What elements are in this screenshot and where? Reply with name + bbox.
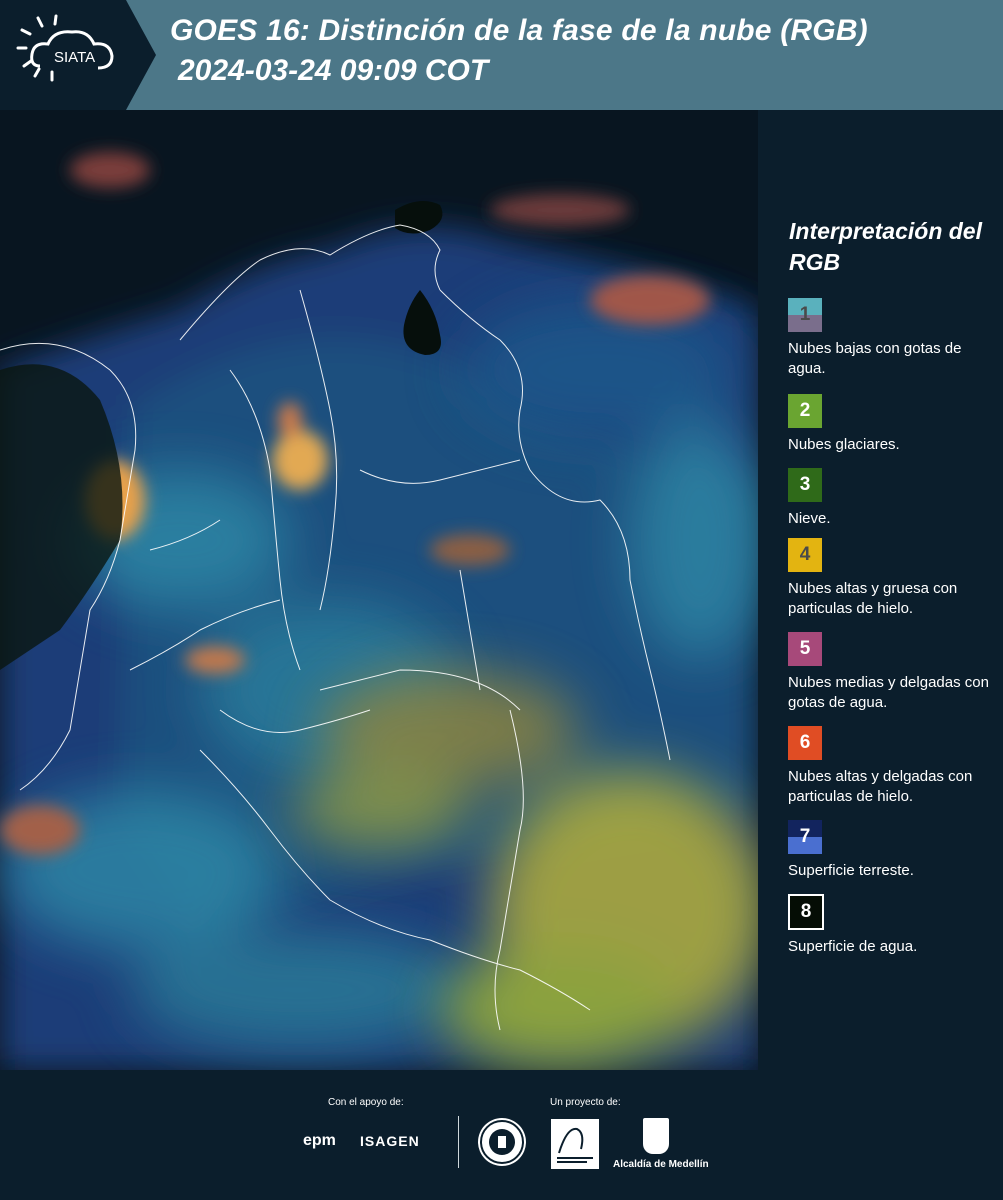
legend-number-8: 8 [800,901,812,922]
satellite-rgb-map [0,110,758,1070]
legend-item-8: 8 Superficie de agua. [788,894,998,957]
legend-label-8: Superficie de agua. [788,938,918,955]
legend-label-3: Nieve. [788,510,831,527]
legend-swatch-2: 2 [788,394,822,428]
legend-number-6: 6 [799,732,811,753]
legend-label-7: Superficie terreste. [788,862,914,879]
legend-label-2: Nubes glaciares. [788,436,900,453]
legend-swatch-5: 5 [788,632,822,666]
legend-number-3: 3 [799,474,811,495]
legend-swatch-6: 6 [788,726,822,760]
legend-swatch-1: 1 [788,298,822,332]
legend-swatch-4: 4 [788,538,822,572]
legend-number-1: 1 [799,304,811,325]
legend-swatch-3: 3 [788,468,822,502]
legend-number-2: 2 [799,400,811,421]
legend-item-2: 2 Nubes glaciares. [788,394,998,455]
header-bar: SIATA GOES 16: Distinción de la fase de … [0,0,1003,110]
legend-item-6: 6 Nubes altas y delgadas con particulas … [788,726,998,807]
support-label: Con el apoyo de: [328,1097,404,1108]
legend-label-4: Nubes altas y gruesa con particulas de h… [788,580,958,617]
project-label: Un proyecto de: [550,1097,621,1108]
epm-logo: epm [303,1132,336,1149]
timestamp: 2024-03-24 09:09 COT [178,54,489,87]
siata-logo-text: SIATA [54,49,95,66]
footer-divider [458,1116,459,1168]
legend-number-7: 7 [799,826,811,847]
legend-label-5: Nubes medias y delgadas con gotas de agu… [788,674,989,711]
alcaldia-shield-icon [643,1118,669,1154]
isagen-logo: ISAGEN [360,1133,420,1149]
footer: Con el apoyo de: Un proyecto de: epm ISA… [0,1070,1003,1200]
legend-swatch-8: 8 [788,894,824,930]
legend-number-5: 5 [799,638,811,659]
alcaldia-label: Alcaldía de Medellín [613,1159,709,1170]
legend-swatch-7: 7 [788,820,822,854]
legend-item-3: 3 Nieve. [788,468,998,529]
area-metropolitana-logo [551,1119,599,1169]
legend-item-5: 5 Nubes medias y delgadas con gotas de a… [788,632,998,713]
legend-title: Interpretación del RGB [789,218,982,275]
legend-item-7: 7 Superficie terreste. [788,820,998,881]
legend-label-6: Nubes altas y delgadas con particulas de… [788,768,973,805]
page-title: GOES 16: Distinción de la fase de la nub… [170,14,868,47]
seal-logo [478,1118,526,1166]
legend-number-4: 4 [799,544,811,565]
siata-logo: SIATA [0,0,158,110]
legend-panel: Interpretación del RGB 1 Nubes bajas con… [758,110,1003,1070]
legend-item-1: 1 Nubes bajas con gotas de agua. [788,298,998,379]
legend-label-1: Nubes bajas con gotas de agua. [788,340,962,377]
legend-item-4: 4 Nubes altas y gruesa con particulas de… [788,538,998,619]
